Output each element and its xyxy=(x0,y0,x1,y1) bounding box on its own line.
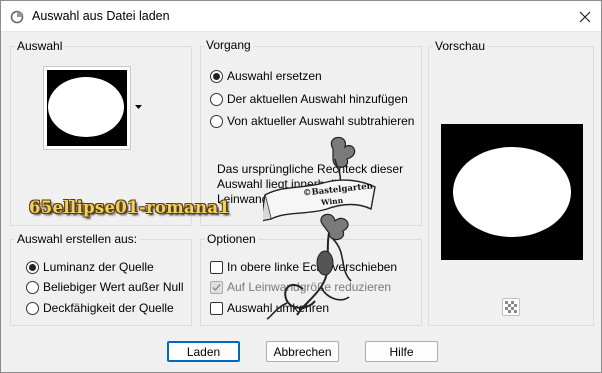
window-title: Auswahl aus Datei laden xyxy=(32,9,170,23)
radio-opacity-label: Deckfähigkeit der Quelle xyxy=(43,301,174,315)
vorgang-group-label: Vorgang xyxy=(204,38,253,52)
radio-subtract-label: Von aktueller Auswahl subtrahieren xyxy=(227,114,415,128)
radio-source-opacity[interactable]: Deckfähigkeit der Quelle xyxy=(26,300,174,316)
close-icon xyxy=(579,11,591,23)
app-icon xyxy=(10,10,24,24)
check-crop-to-canvas-box[interactable] xyxy=(210,280,223,294)
close-button[interactable] xyxy=(573,7,597,27)
radio-subtract-selection[interactable]: Von aktueller Auswahl subtrahieren xyxy=(210,113,414,129)
filename-overlay-text: 65ellipse01-romana1 xyxy=(29,198,231,217)
checkmark-icon xyxy=(212,283,221,291)
radio-source-luminance[interactable]: Luminanz der Quelle xyxy=(26,259,154,275)
auswahl-group-label: Auswahl xyxy=(15,39,65,53)
optionen-group-label: Optionen xyxy=(205,232,258,246)
radio-replace-indicator[interactable] xyxy=(210,69,223,83)
radio-any-nonzero[interactable]: Beliebiger Wert außer Null xyxy=(26,279,184,295)
load-button[interactable]: Laden xyxy=(167,341,240,362)
radio-luminance-label: Luminanz der Quelle xyxy=(43,260,154,274)
transparency-toggle-button[interactable] xyxy=(502,298,520,316)
vorschau-group-label: Vorschau xyxy=(433,39,488,53)
radio-luminance-indicator[interactable] xyxy=(26,260,39,274)
dialog-window: Auswahl aus Datei laden Auswahl Vorgang … xyxy=(0,0,602,373)
erstellen-group-label: Auswahl erstellen aus: xyxy=(15,232,140,246)
title-bar: Auswahl aus Datei laden xyxy=(1,1,601,32)
cancel-button[interactable]: Abbrechen xyxy=(266,341,339,362)
radio-nonzero-indicator[interactable] xyxy=(26,280,39,294)
radio-add-label: Der aktuellen Auswahl hinzufügen xyxy=(227,92,408,106)
dropdown-arrow-icon[interactable] xyxy=(135,105,142,110)
vorschau-group: Vorschau xyxy=(428,39,594,326)
watermark-flower-graphic xyxy=(263,136,376,320)
radio-replace-selection[interactable]: Auswahl ersetzen xyxy=(210,68,322,84)
check-move-top-left-box[interactable] xyxy=(210,260,223,274)
radio-add-indicator[interactable] xyxy=(210,92,223,106)
checkerboard-icon xyxy=(505,301,517,313)
selection-thumbnail-image xyxy=(47,70,127,146)
radio-replace-label: Auswahl ersetzen xyxy=(227,69,322,83)
radio-opacity-indicator[interactable] xyxy=(26,301,39,315)
radio-nonzero-label: Beliebiger Wert außer Null xyxy=(43,280,184,294)
radio-add-selection[interactable]: Der aktuellen Auswahl hinzufügen xyxy=(210,91,408,107)
preview-canvas xyxy=(441,124,583,260)
selection-thumbnail[interactable] xyxy=(43,66,131,150)
check-invert-selection-box[interactable] xyxy=(210,301,223,315)
help-button[interactable]: Hilfe xyxy=(365,341,438,362)
radio-subtract-indicator[interactable] xyxy=(210,114,223,128)
